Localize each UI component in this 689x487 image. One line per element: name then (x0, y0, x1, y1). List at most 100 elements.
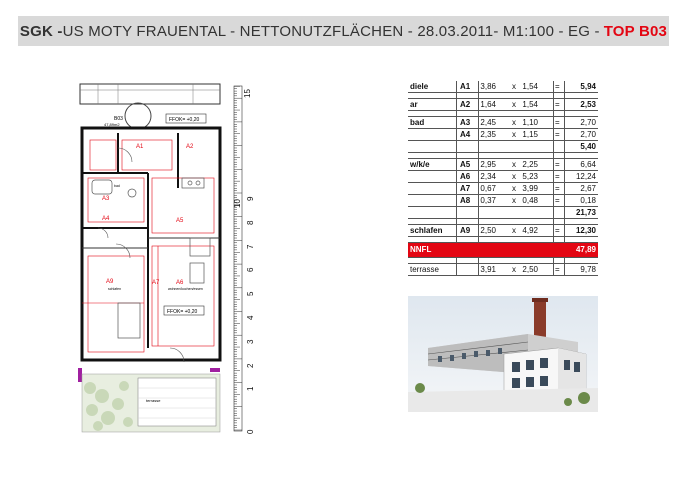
row-result: 12,30 (575, 226, 596, 235)
row-length: 2,34 (480, 172, 496, 181)
total-label: NNFL (410, 245, 432, 254)
table-row: schlafen A9 2,50 x 4,92 = 12,30 (408, 225, 598, 237)
plan-ffok-bottom: FFOK= +0,20 (167, 309, 198, 315)
row-result: 12,24 (575, 172, 596, 181)
header-unit: TOP B03 (603, 22, 668, 40)
scale-tick-0: 0 (246, 429, 255, 434)
row-width: 1,54 (522, 100, 538, 109)
row-code: A5 (460, 160, 471, 169)
header-brand: SGK - (19, 22, 63, 40)
row-code: A4 (460, 130, 471, 139)
row-length: 0,67 (480, 184, 496, 193)
table-row: w/k/e A5 2,95 x 2,25 = 6,64 (408, 159, 598, 171)
row-equals: = (555, 184, 560, 193)
plan-room-a3: A3 (102, 196, 110, 202)
scale-tick-8: 8 (246, 220, 255, 225)
header-title: US MOTY FRAUENTAL - NETTONUTZFLÄCHEN - 2… (62, 22, 600, 40)
row-equals: = (555, 160, 560, 169)
table-row: 21,73 (408, 207, 598, 219)
plan-room-a4: A4 (102, 216, 110, 222)
terrace-x: x (512, 265, 516, 274)
row-name: ar (410, 100, 418, 109)
row-result: 5,40 (580, 142, 596, 151)
row-equals: = (555, 130, 560, 139)
terrace-row: terrasse 3,91 x 2,50 = 9,78 (408, 264, 598, 276)
table-row: A6 2,34 x 5,23 = 12,24 (408, 171, 598, 183)
plan-room-a6: A6 (176, 280, 184, 286)
scale-tick-6: 6 (246, 267, 255, 272)
scale-tick-2: 2 (246, 363, 255, 368)
row-code: A2 (460, 100, 471, 109)
row-width: 1,54 (522, 82, 538, 91)
row-width: 5,23 (522, 172, 538, 181)
row-result: 2,70 (580, 118, 596, 127)
row-code: A8 (460, 196, 471, 205)
row-equals: = (555, 226, 560, 235)
row-result: 2,53 (580, 100, 596, 109)
row-result: 2,70 (580, 130, 596, 139)
row-times: x (512, 118, 516, 127)
scale-tick-7: 7 (246, 244, 255, 249)
table-row: A7 0,67 x 3,99 = 2,67 (408, 183, 598, 195)
plan-ffok-top: FFOK= +0,20 (169, 117, 200, 123)
plan-terrace-label: terrasse (146, 398, 161, 403)
row-code: A9 (460, 226, 471, 235)
plan-room-a9: A9 (106, 279, 114, 285)
scale-tick-1: 1 (246, 386, 255, 391)
building-rendering (408, 296, 598, 412)
row-times: x (512, 160, 516, 169)
row-result: 5,94 (580, 82, 596, 91)
terrace-name: terrasse (410, 265, 439, 274)
plan-room-bad: bad (114, 184, 120, 188)
plan-room-a2: A2 (186, 144, 194, 150)
row-equals: = (555, 118, 560, 127)
plan-room-a7: A7 (152, 280, 160, 286)
scale-tick-9: 9 (246, 196, 255, 201)
row-width: 2,25 (522, 160, 538, 169)
plan-room-a1: A1 (136, 144, 144, 150)
row-length: 0,37 (480, 196, 496, 205)
scale-tick-15: 15 (243, 89, 252, 98)
table-row: A8 0,37 x 0,48 = 0,18 (408, 195, 598, 207)
total-row: NNFL 47,89 (408, 243, 598, 258)
row-times: x (512, 100, 516, 109)
terrace-eq: = (555, 265, 560, 274)
table-row: ar A2 1,64 x 1,54 = 2,53 (408, 99, 598, 111)
floor-plan: B03 47,89m2 FFOK= +0,20 A1 A2 A3 bad A4 … (78, 83, 222, 433)
row-length: 2,50 (480, 226, 496, 235)
row-equals: = (555, 82, 560, 91)
row-length: 1,64 (480, 100, 496, 109)
terrace-b: 2,50 (522, 265, 538, 274)
scale-bar: 0 1 2 3 4 5 6 7 8 9 10 15 (233, 85, 255, 434)
row-code: A1 (460, 82, 471, 91)
scale-tick-10: 10 (233, 199, 242, 208)
row-name: bad (410, 118, 425, 127)
table-row: bad A3 2,45 x 1,10 = 2,70 (408, 117, 598, 129)
row-result: 21,73 (575, 208, 596, 217)
terrace-result: 9,78 (580, 265, 596, 274)
row-length: 2,35 (480, 130, 496, 139)
row-result: 2,67 (580, 184, 596, 193)
row-equals: = (555, 172, 560, 181)
row-times: x (512, 184, 516, 193)
row-times: x (512, 82, 516, 91)
table-row: 5,40 (408, 141, 598, 153)
row-times: x (512, 196, 516, 205)
row-equals: = (555, 100, 560, 109)
row-result: 0,18 (580, 196, 596, 205)
total-value: 47,89 (575, 245, 596, 254)
row-code: A6 (460, 172, 471, 181)
plan-room-a5: A5 (176, 218, 184, 224)
row-name: schlafen (410, 226, 443, 235)
scale-tick-3: 3 (246, 339, 255, 344)
row-length: 2,45 (480, 118, 496, 127)
plan-room-wohnen: wohnen/kochen/essen (168, 287, 203, 291)
row-width: 0,48 (522, 196, 538, 205)
area-table: diele A1 3,86 x 1,54 = 5,94 ar A2 1,64 x 1,54 = 2,53 b… (408, 81, 598, 276)
row-width: 1,15 (522, 130, 538, 139)
row-name: diele (410, 82, 429, 91)
row-length: 2,95 (480, 160, 496, 169)
row-width: 4,92 (522, 226, 538, 235)
row-result: 6,64 (580, 160, 596, 169)
scale-tick-5: 5 (246, 291, 255, 296)
